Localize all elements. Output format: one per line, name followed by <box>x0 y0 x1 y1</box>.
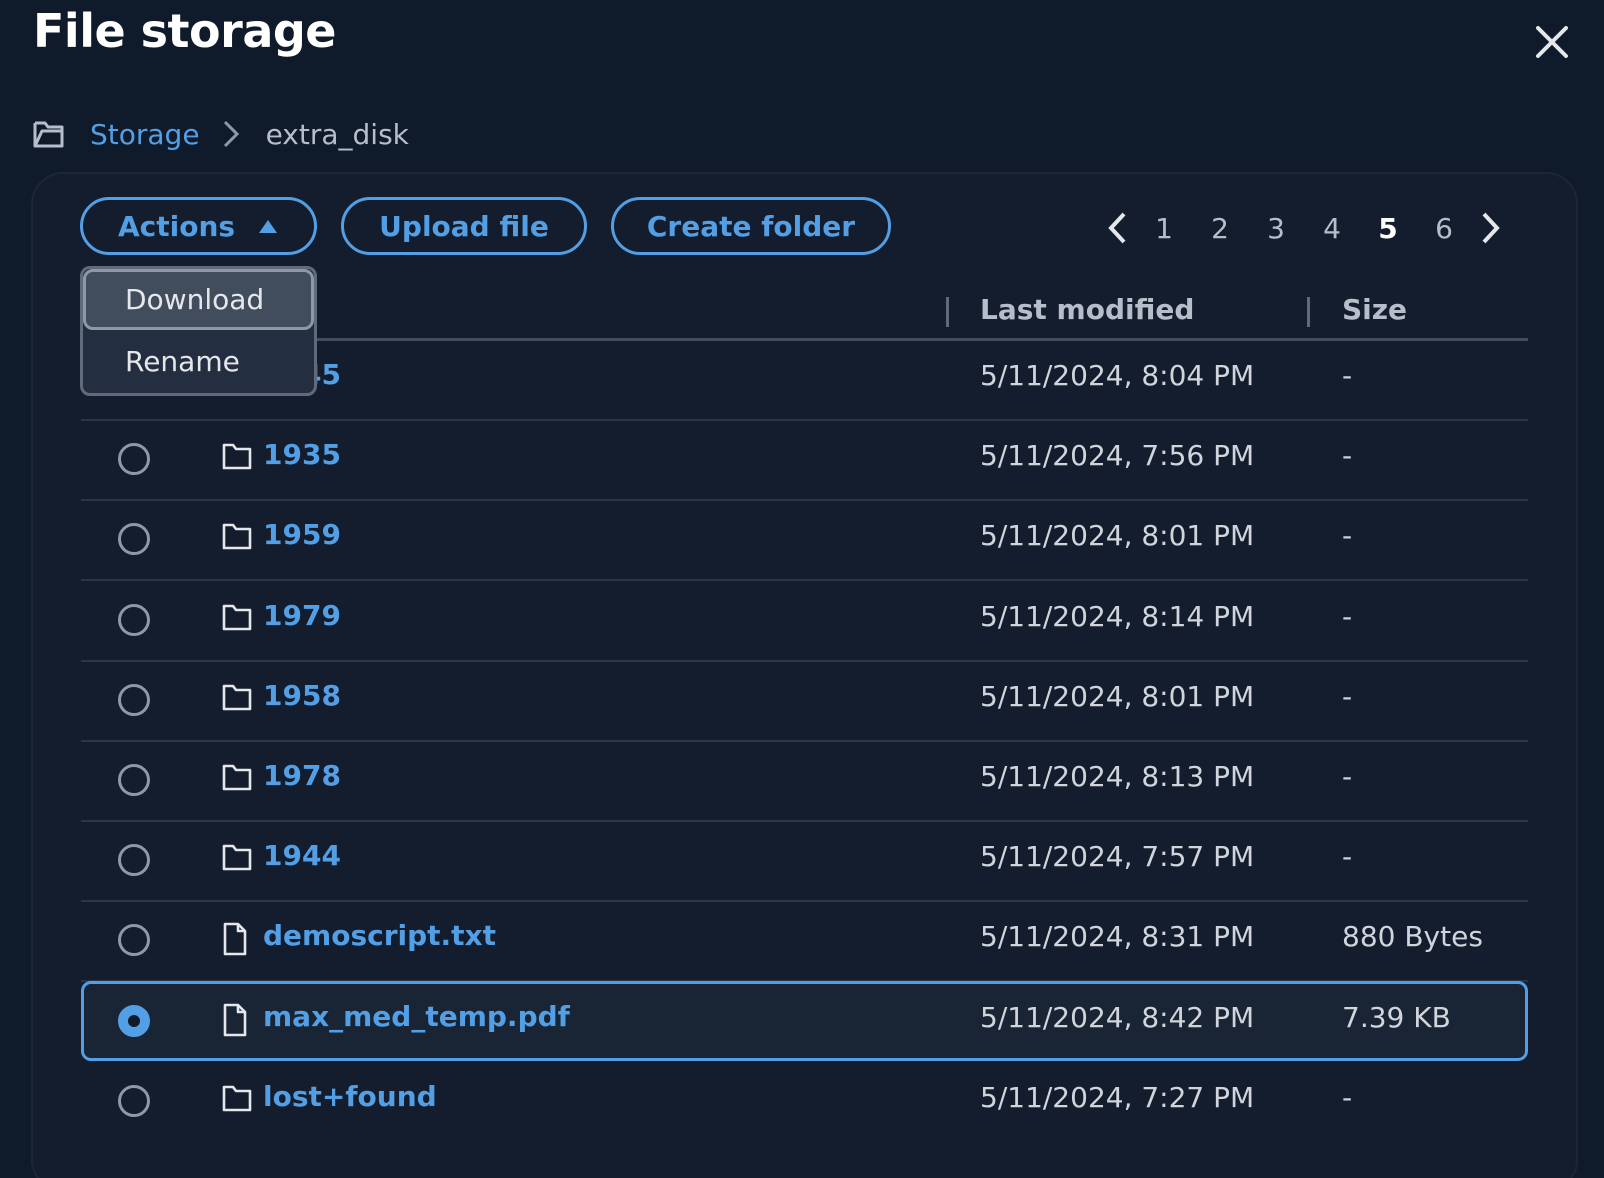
column-last-modified[interactable]: Last modified <box>980 293 1194 326</box>
breadcrumb-current: extra_disk <box>265 117 409 151</box>
last-modified-cell: 5/11/2024, 7:27 PM <box>980 1081 1255 1114</box>
column-size[interactable]: Size <box>1342 293 1407 326</box>
page-title: File storage <box>33 4 337 58</box>
table-row[interactable]: 1959 5/11/2024, 8:01 PM - <box>81 499 1528 581</box>
folder-icon <box>222 1083 252 1117</box>
size-cell: 7.39 KB <box>1342 1001 1451 1034</box>
row-select-radio[interactable] <box>118 1085 150 1117</box>
menu-item-download[interactable]: Download <box>83 269 314 330</box>
folder-icon <box>222 842 252 876</box>
actions-button[interactable]: Actions <box>80 197 317 255</box>
page-3[interactable]: 3 <box>1248 212 1304 245</box>
pagination: 1 2 3 4 5 6 <box>1100 200 1508 256</box>
table-row[interactable]: max_med_temp.pdf 5/11/2024, 8:42 PM 7.39 K… <box>81 981 1528 1061</box>
file-name-link[interactable]: 1978 <box>263 759 341 792</box>
file-name-link[interactable]: demoscript.txt <box>263 919 496 952</box>
file-name-link[interactable]: max_med_temp.pdf <box>263 1000 570 1033</box>
row-select-radio[interactable] <box>118 684 150 716</box>
row-select-radio[interactable] <box>118 1005 150 1037</box>
size-cell: - <box>1342 519 1353 552</box>
size-cell: - <box>1342 1081 1353 1114</box>
row-select-radio[interactable] <box>118 443 150 475</box>
row-select-radio[interactable] <box>118 844 150 876</box>
upload-file-button[interactable]: Upload file <box>341 197 587 255</box>
folder-icon <box>222 762 252 796</box>
folder-icon <box>222 521 252 555</box>
table-row[interactable]: 1978 5/11/2024, 8:13 PM - <box>81 740 1528 822</box>
size-cell: - <box>1342 680 1353 713</box>
close-icon[interactable] <box>1532 22 1572 62</box>
table-row[interactable]: 1958 5/11/2024, 8:01 PM - <box>81 660 1528 742</box>
last-modified-cell: 5/11/2024, 8:01 PM <box>980 519 1255 552</box>
file-name-link[interactable]: 1979 <box>263 599 341 632</box>
create-folder-button[interactable]: Create folder <box>611 197 891 255</box>
size-cell: - <box>1342 359 1353 392</box>
column-divider[interactable] <box>1307 297 1310 327</box>
breadcrumb-storage-link[interactable]: Storage <box>90 118 200 151</box>
table-row[interactable]: demoscript.txt 5/11/2024, 8:31 PM 880 Byte… <box>81 900 1528 982</box>
last-modified-cell: 5/11/2024, 8:14 PM <box>980 600 1255 633</box>
column-divider[interactable] <box>946 297 949 327</box>
file-name-link[interactable]: 1959 <box>263 518 341 551</box>
last-modified-cell: 5/11/2024, 7:56 PM <box>980 439 1255 472</box>
page-6[interactable]: 6 <box>1416 212 1472 245</box>
actions-dropdown-menu: Download Rename <box>80 266 317 396</box>
file-storage-modal: File storage Storage extra_disk Actions … <box>0 0 1604 1178</box>
last-modified-cell: 5/11/2024, 8:04 PM <box>980 359 1255 392</box>
file-icon <box>222 1003 252 1037</box>
size-cell: - <box>1342 600 1353 633</box>
folder-icon <box>222 441 252 475</box>
size-cell: - <box>1342 760 1353 793</box>
page-2[interactable]: 2 <box>1192 212 1248 245</box>
table-row[interactable]: lost+found 5/11/2024, 7:27 PM - <box>81 1061 1528 1143</box>
row-select-radio[interactable] <box>118 604 150 636</box>
file-name-link[interactable]: 1935 <box>263 438 341 471</box>
table-row[interactable]: 1944 5/11/2024, 7:57 PM - <box>81 820 1528 902</box>
caret-up-icon <box>257 218 279 234</box>
row-select-radio[interactable] <box>118 523 150 555</box>
file-icon <box>222 922 252 956</box>
file-name-link[interactable]: lost+found <box>263 1080 437 1113</box>
file-name-link[interactable]: 1944 <box>263 839 341 872</box>
last-modified-cell: 5/11/2024, 8:42 PM <box>980 1001 1255 1034</box>
folder-open-icon <box>32 118 68 150</box>
last-modified-cell: 5/11/2024, 7:57 PM <box>980 840 1255 873</box>
last-modified-cell: 5/11/2024, 8:01 PM <box>980 680 1255 713</box>
actions-button-label: Actions <box>117 209 236 243</box>
last-modified-cell: 5/11/2024, 8:31 PM <box>980 920 1255 953</box>
page-4[interactable]: 4 <box>1304 212 1360 245</box>
size-cell: - <box>1342 439 1353 472</box>
chevron-right-icon[interactable] <box>1472 208 1508 248</box>
folder-icon <box>222 682 252 716</box>
chevron-left-icon[interactable] <box>1100 208 1136 248</box>
table-row[interactable]: 1935 5/11/2024, 7:56 PM - <box>81 419 1528 501</box>
row-select-radio[interactable] <box>118 924 150 956</box>
table-row[interactable]: 1979 5/11/2024, 8:14 PM - <box>81 580 1528 662</box>
file-name-link[interactable]: 1958 <box>263 679 341 712</box>
folder-icon <box>222 602 252 636</box>
size-cell: - <box>1342 840 1353 873</box>
page-1[interactable]: 1 <box>1136 212 1192 245</box>
size-cell: 880 Bytes <box>1342 920 1483 953</box>
row-select-radio[interactable] <box>118 764 150 796</box>
page-5-current[interactable]: 5 <box>1360 212 1416 245</box>
breadcrumb: Storage extra_disk <box>32 114 409 154</box>
last-modified-cell: 5/11/2024, 8:13 PM <box>980 760 1255 793</box>
menu-item-rename[interactable]: Rename <box>83 331 314 392</box>
chevron-right-icon <box>220 118 242 150</box>
